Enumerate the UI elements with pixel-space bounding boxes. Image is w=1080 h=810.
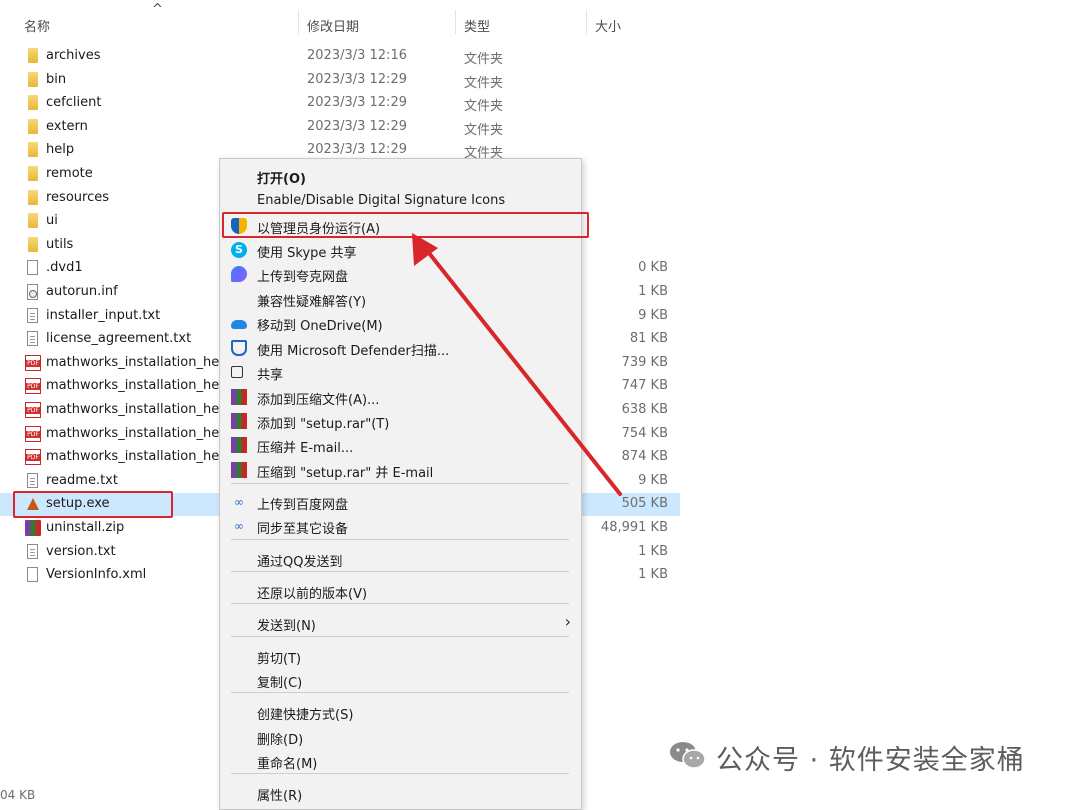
annotation-arrow (412, 233, 622, 496)
status-size-partial: 04 KB (0, 788, 36, 802)
watermark-text: 公众号 · 软件安装全家桶 (716, 745, 1025, 776)
wechat-icon (670, 742, 706, 769)
